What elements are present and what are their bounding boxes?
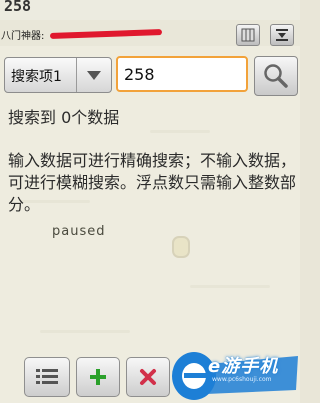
game-score: 258 [4, 0, 32, 15]
collapse-icon [276, 29, 288, 41]
list-icon [36, 369, 58, 384]
search-icon [264, 64, 288, 88]
app-title: 八门神器: [1, 31, 45, 42]
paused-label: paused [52, 224, 106, 239]
plus-icon [90, 369, 106, 385]
add-button[interactable] [76, 357, 120, 397]
search-item-select[interactable]: 搜索项1 [4, 57, 112, 93]
chevron-down-icon [76, 58, 111, 92]
list-button[interactable] [24, 357, 70, 397]
close-icon [140, 369, 156, 385]
select-value: 搜索项1 [11, 69, 62, 85]
search-hint: 输入数据可进行精确搜索；不输入数据，可进行模糊搜索。浮点数只需输入整数部分。 [8, 151, 297, 214]
minimize-button[interactable] [236, 24, 260, 46]
watermark-text: e游手机 [208, 356, 279, 377]
remove-button[interactable] [126, 357, 170, 397]
collapse-button[interactable] [270, 24, 294, 46]
search-input[interactable] [116, 56, 248, 92]
watermark-url: www.pc6shouji.com [212, 376, 272, 383]
window-icon [241, 28, 255, 42]
search-button[interactable] [254, 56, 298, 96]
result-summary: 搜索到 0个数据 [8, 108, 120, 127]
